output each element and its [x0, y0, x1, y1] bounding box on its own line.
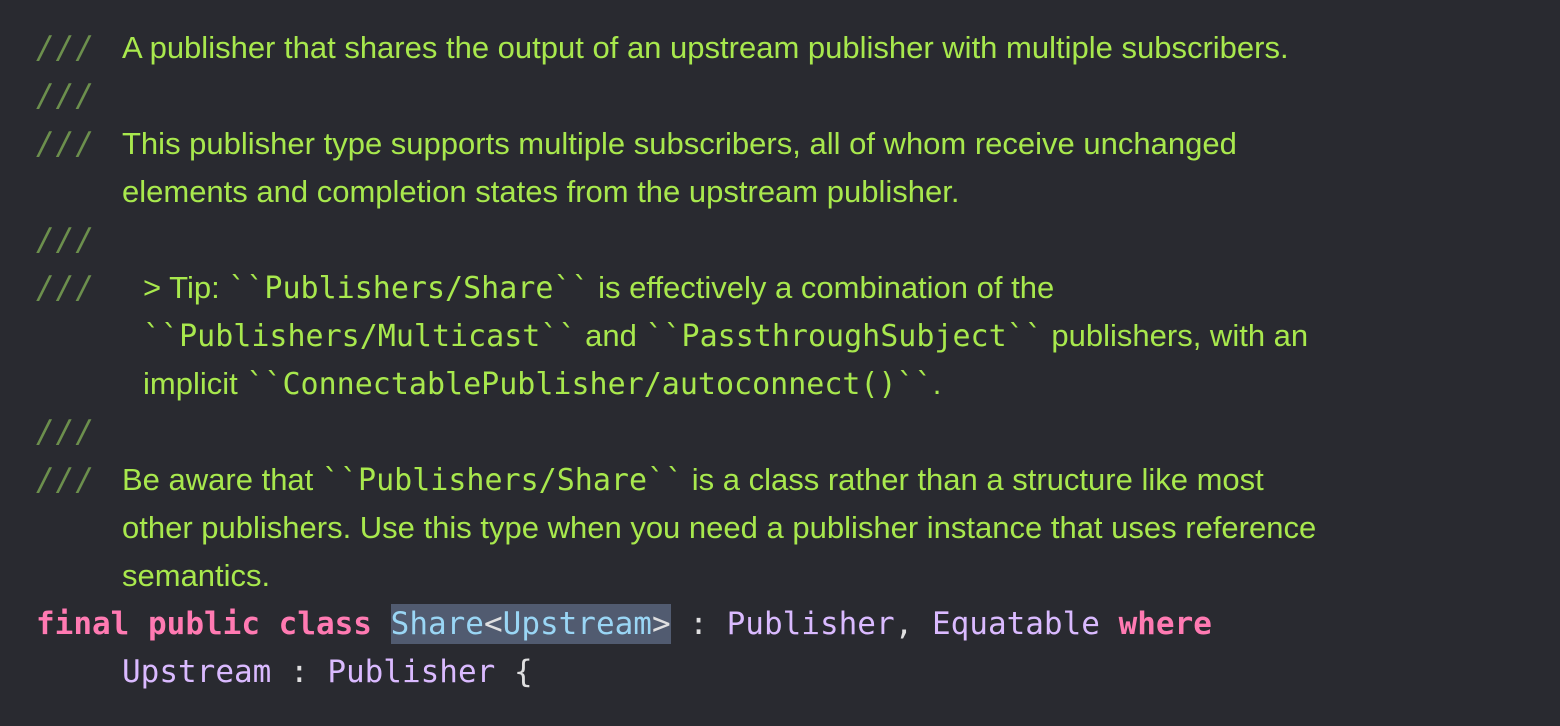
symbol-link: ``PassthroughSubject``: [645, 319, 1043, 354]
code-editor[interactable]: /// A publisher that shares the output o…: [0, 0, 1560, 726]
doc-comment-text: other publishers. Use this type when you…: [122, 510, 1317, 545]
generic-close: >: [651, 606, 671, 642]
tip-text: .: [932, 366, 942, 401]
symbol-link: ``Publishers/Multicast``: [143, 319, 577, 354]
doc-text: Be aware that: [122, 462, 322, 497]
keyword-where: where: [1118, 606, 1212, 642]
doc-comment-marker: ///: [36, 222, 95, 258]
doc-comment-text: This publisher type supports multiple su…: [122, 126, 1237, 161]
generic-param[interactable]: Upstream: [503, 606, 652, 642]
generic-open: <: [483, 606, 503, 642]
doc-comment-marker: ///: [36, 414, 95, 450]
doc-comment-text: Be aware that ``Publishers/Share`` is a …: [122, 456, 1264, 504]
tip-callout-text: > Tip: ``Publishers/Share`` is effective…: [143, 264, 1054, 312]
selected-class-name[interactable]: Share<Upstream>: [390, 604, 671, 644]
code-line-wrap: other publishers. Use this type when you…: [0, 504, 1560, 552]
symbol-link: ``ConnectablePublisher/autoconnect()``: [246, 367, 933, 402]
doc-comment-marker: ///: [36, 462, 95, 498]
code-line-wrap: implicit ``ConnectablePublisher/autoconn…: [0, 360, 1560, 408]
constraint-type[interactable]: Upstream: [122, 654, 271, 690]
code-line: /// > Tip: ``Publishers/Share`` is effec…: [0, 264, 1560, 312]
doc-comment-marker: ///: [36, 30, 95, 66]
code-line: ///: [0, 408, 1560, 456]
symbol-link: ``Publishers/Share``: [321, 463, 684, 498]
colon: :: [271, 654, 328, 690]
code-line: /// Be aware that ``Publishers/Share`` i…: [0, 456, 1560, 504]
class-name[interactable]: Share: [391, 606, 484, 642]
comma: ,: [894, 606, 932, 642]
open-brace: {: [495, 654, 533, 690]
keyword-class: class: [278, 606, 372, 642]
tip-text: implicit: [143, 366, 247, 401]
symbol-link: ``Publishers/Share``: [228, 271, 590, 306]
tip-text: is effectively a combination of the: [589, 270, 1055, 305]
code-line: /// This publisher type supports multipl…: [0, 120, 1560, 168]
declaration-code: Upstream : Publisher {: [122, 648, 533, 696]
code-line-wrap: semantics.: [0, 552, 1560, 600]
doc-text: is a class rather than a structure like …: [683, 462, 1264, 497]
class-declaration-line: final public class Share<Upstream> : Pub…: [0, 600, 1560, 648]
declaration-code: final public class Share<Upstream> : Pub…: [36, 600, 1212, 648]
colon: :: [670, 606, 727, 642]
protocol-equatable[interactable]: Equatable: [932, 606, 1100, 642]
constraint-protocol[interactable]: Publisher: [327, 654, 495, 690]
code-line-wrap: elements and completion states from the …: [0, 168, 1560, 216]
doc-comment-text: semantics.: [122, 558, 271, 593]
tip-text: and: [576, 318, 646, 353]
doc-comment-marker: ///: [36, 126, 95, 162]
keyword-public: public: [148, 606, 260, 642]
tip-text: publishers, with an: [1042, 318, 1309, 353]
doc-comment-marker: ///: [36, 78, 95, 114]
code-line: ///: [0, 216, 1560, 264]
doc-comment-text: elements and completion states from the …: [122, 174, 960, 209]
code-line: ///: [0, 72, 1560, 120]
class-declaration-line-wrap: Upstream : Publisher {: [0, 648, 1560, 696]
doc-comment-text: A publisher that shares the output of an…: [122, 30, 1289, 65]
tip-callout-text: implicit ``ConnectablePublisher/autoconn…: [143, 360, 941, 408]
tip-callout-text: ``Publishers/Multicast`` and ``Passthrou…: [143, 312, 1308, 360]
code-line: /// A publisher that shares the output o…: [0, 24, 1560, 72]
keyword-final: final: [36, 606, 130, 642]
code-line-wrap: ``Publishers/Multicast`` and ``Passthrou…: [0, 312, 1560, 360]
tip-prefix: > Tip:: [143, 270, 229, 305]
protocol-publisher[interactable]: Publisher: [727, 606, 895, 642]
doc-comment-marker: ///: [36, 270, 95, 306]
